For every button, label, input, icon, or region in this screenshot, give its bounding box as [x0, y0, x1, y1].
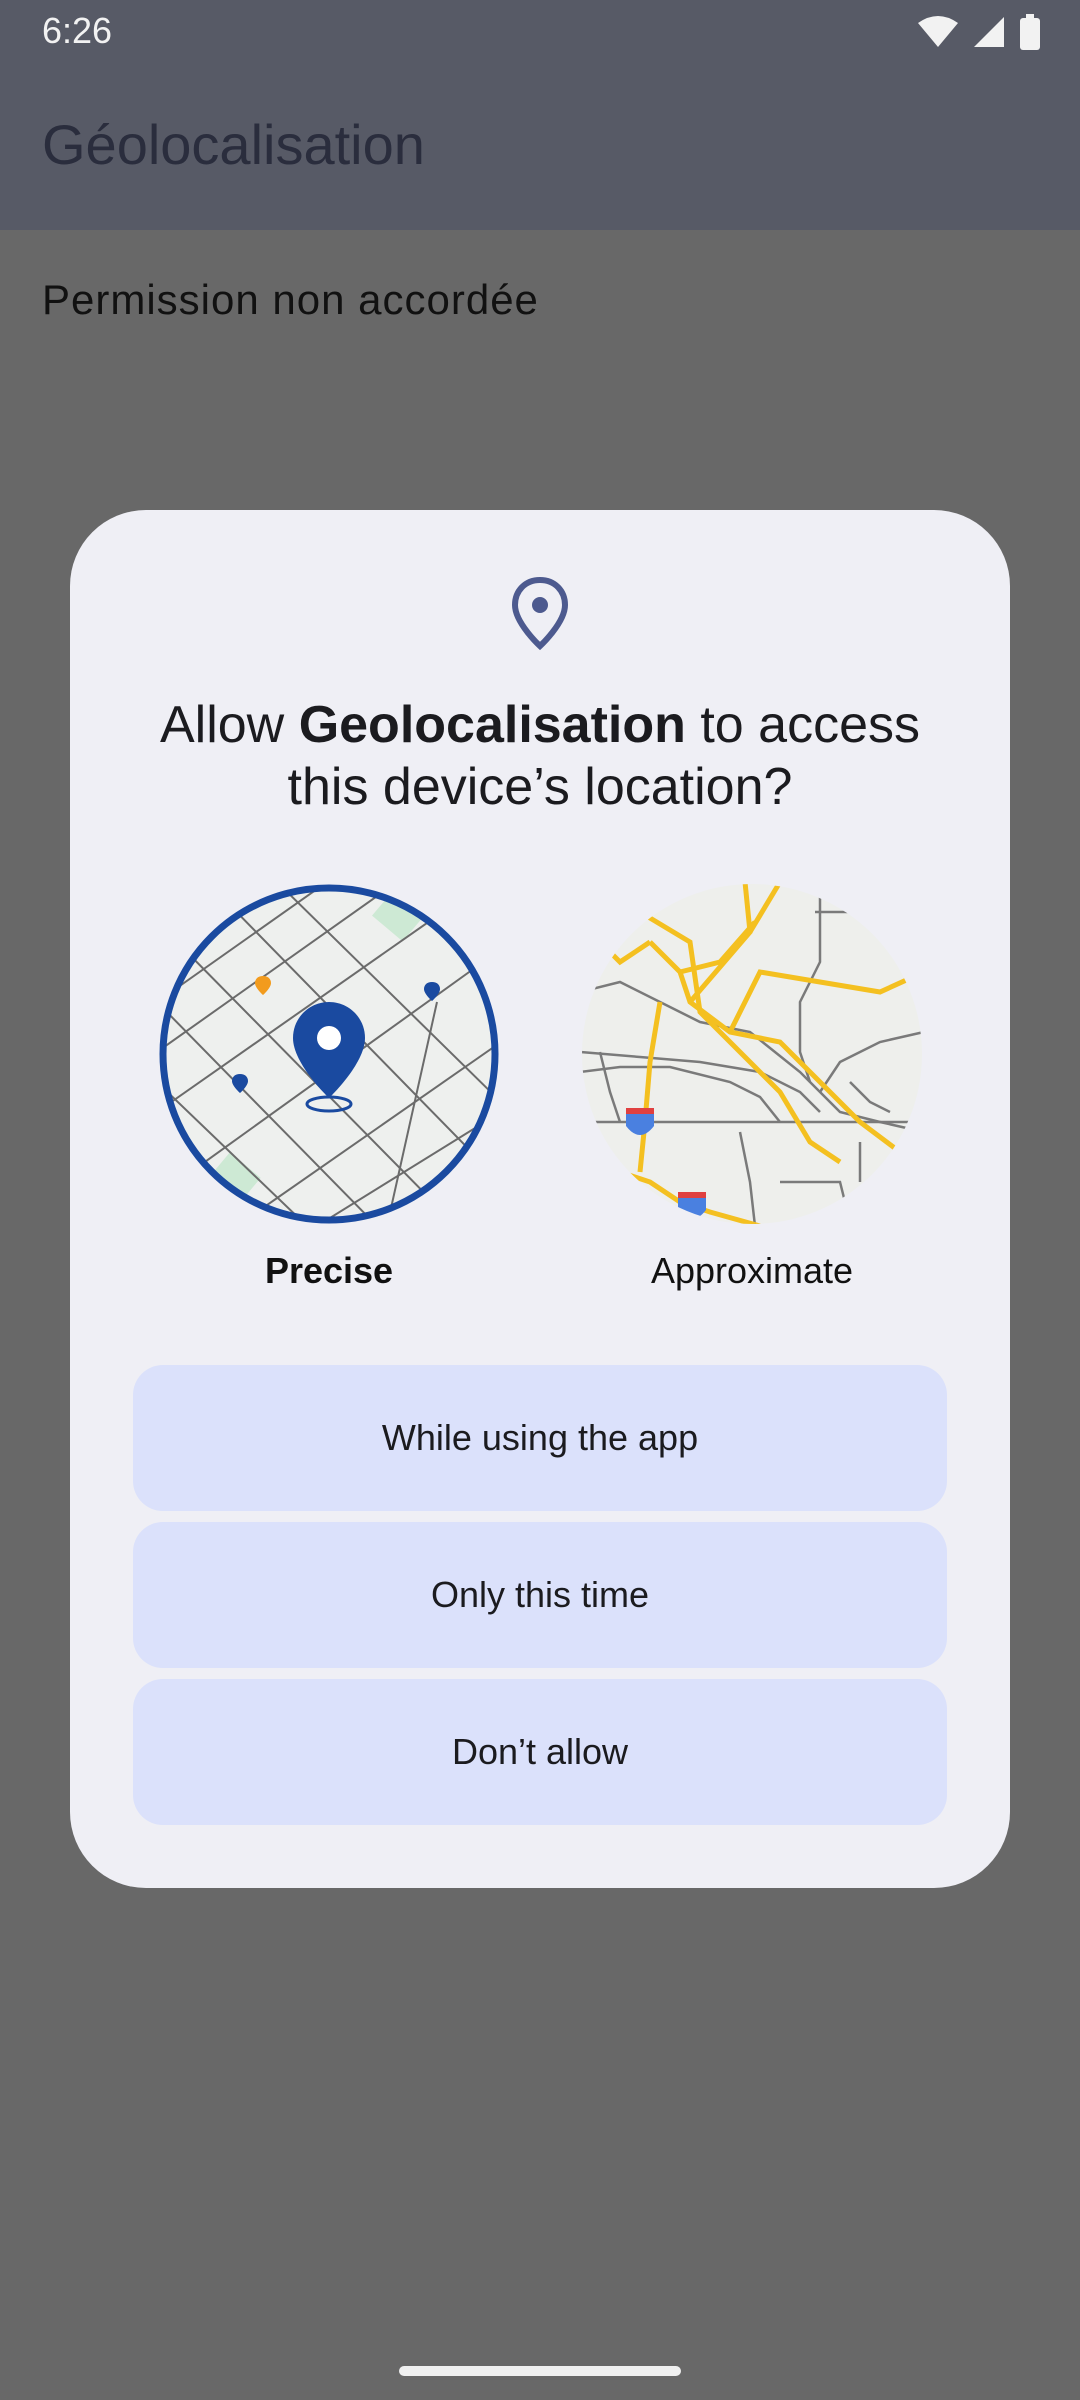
location-pin-icon [511, 576, 569, 651]
precise-label: Precise [264, 1250, 394, 1291]
approximate-option[interactable] [580, 882, 924, 1226]
title-app-name: Geolocalisation [298, 696, 686, 754]
app-title: Géolocalisation [42, 113, 425, 176]
dont-allow-button[interactable]: Don’t allow [133, 1679, 947, 1825]
permission-dialog: Allow Geolocalisation to access this dev… [70, 510, 1010, 1888]
precise-map-icon [159, 884, 499, 1224]
app-bar: Géolocalisation [0, 64, 1080, 230]
wifi-icon [918, 16, 958, 47]
signal-icon [974, 17, 1004, 47]
dialog-title: Allow Geolocalisation to access this dev… [130, 694, 950, 818]
only-this-time-button[interactable]: Only this time [133, 1522, 947, 1668]
status-bar: 6:26 [0, 0, 1080, 64]
approximate-map-icon [582, 884, 922, 1224]
while-using-app-button[interactable]: While using the app [133, 1365, 947, 1511]
approximate-label: Approximate [650, 1250, 854, 1291]
status-time: 6:26 [42, 10, 113, 51]
home-gesture-bar[interactable] [399, 2366, 681, 2376]
permission-status-text: Permission non accordée [42, 276, 539, 323]
title-prefix: Allow [159, 696, 299, 754]
battery-icon [1020, 14, 1040, 50]
precise-option[interactable] [157, 882, 501, 1226]
status-icons [918, 12, 1040, 52]
